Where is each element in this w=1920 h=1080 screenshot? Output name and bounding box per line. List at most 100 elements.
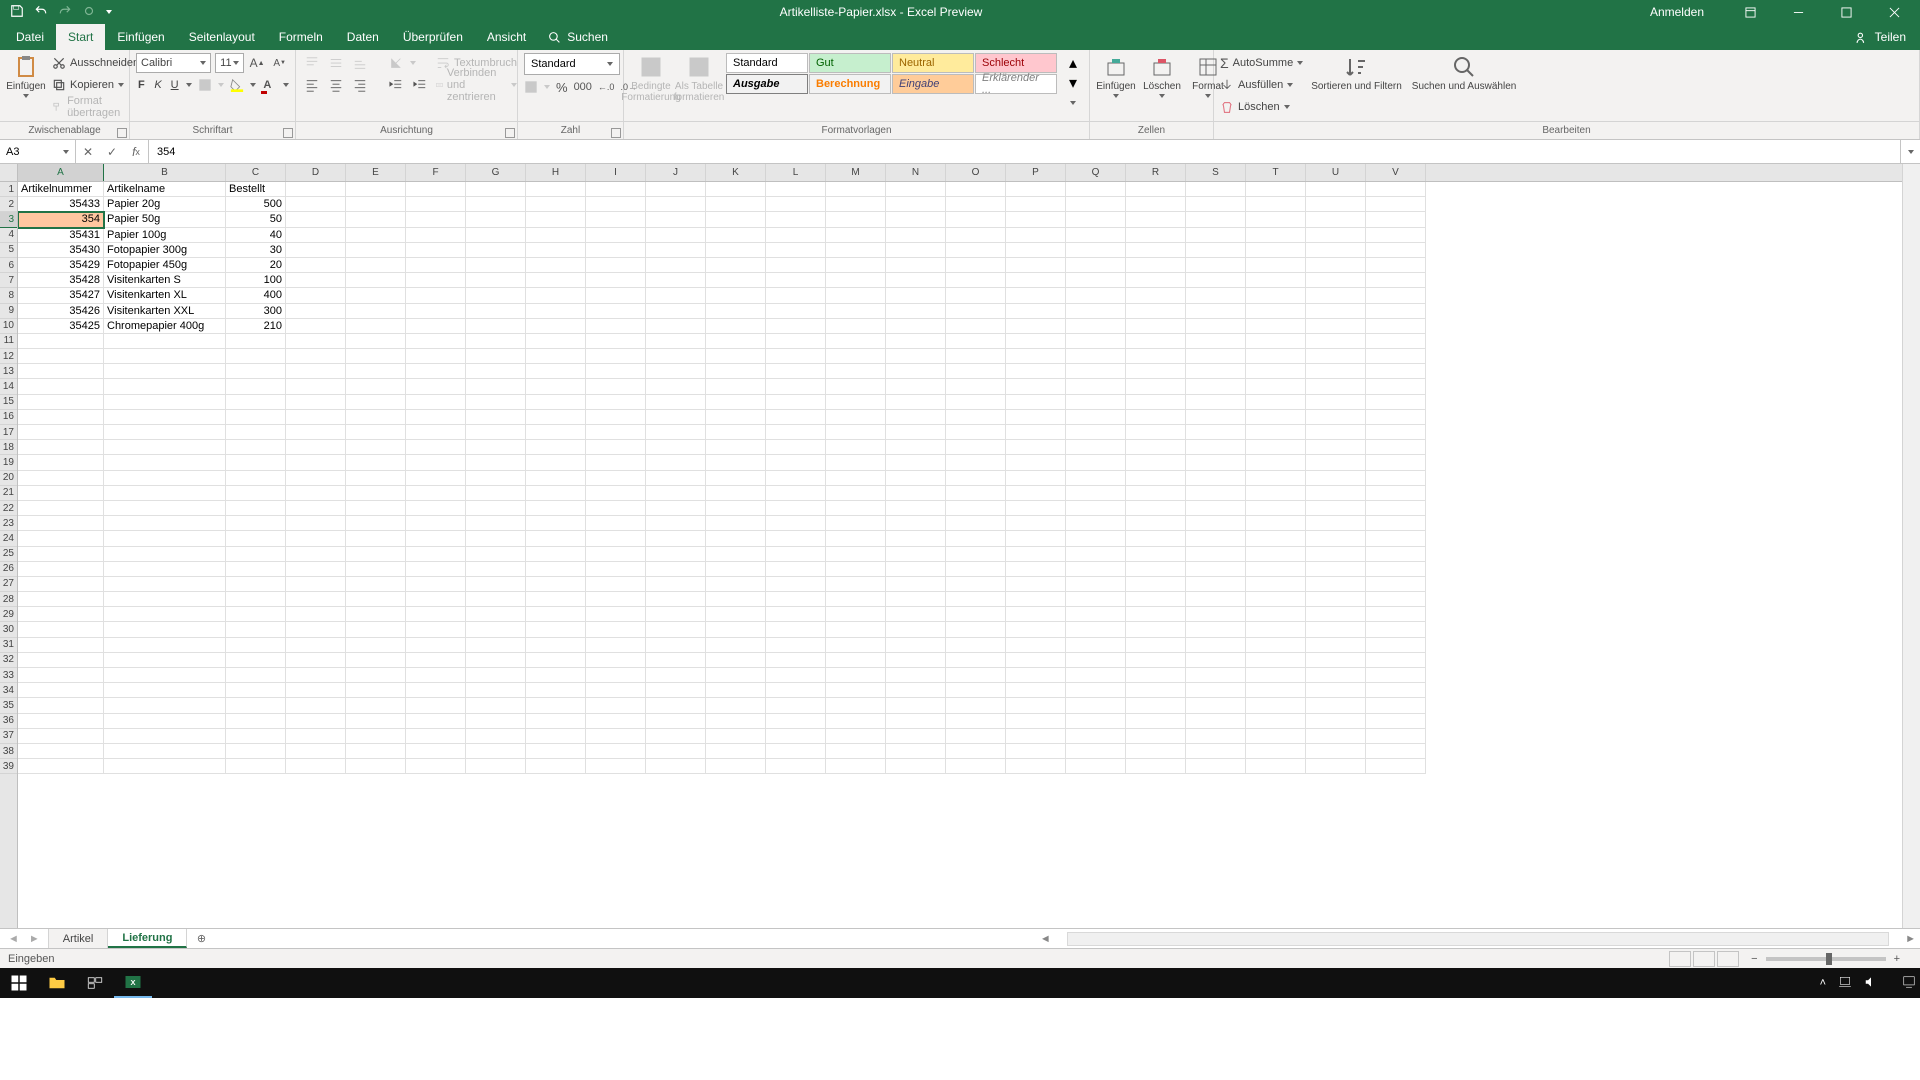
cell[interactable]: Visitenkarten XXL	[104, 304, 226, 319]
border-button[interactable]	[198, 75, 212, 95]
cell[interactable]	[646, 334, 706, 349]
style-gut[interactable]: Gut	[809, 53, 891, 73]
cell[interactable]: Papier 50g	[104, 212, 226, 227]
cell[interactable]	[1006, 577, 1066, 592]
cell[interactable]	[886, 638, 946, 653]
column-header[interactable]: L	[766, 164, 826, 181]
style-schlecht[interactable]: Schlecht	[975, 53, 1057, 73]
cell[interactable]	[886, 562, 946, 577]
align-center-icon[interactable]	[326, 75, 346, 95]
cell[interactable]	[104, 638, 226, 653]
cell[interactable]	[946, 683, 1006, 698]
cell[interactable]	[1186, 486, 1246, 501]
row-header[interactable]: 7	[0, 273, 17, 288]
cell[interactable]	[1126, 562, 1186, 577]
cell[interactable]	[1366, 334, 1426, 349]
cell[interactable]	[226, 516, 286, 531]
cell[interactable]	[886, 288, 946, 303]
cell[interactable]	[706, 349, 766, 364]
cell[interactable]	[466, 668, 526, 683]
row-header[interactable]: 22	[0, 501, 17, 516]
cell[interactable]	[1006, 425, 1066, 440]
cell[interactable]	[18, 425, 104, 440]
cell[interactable]	[766, 379, 826, 394]
cell[interactable]	[526, 698, 586, 713]
cell[interactable]	[826, 440, 886, 455]
cell[interactable]	[286, 197, 346, 212]
cell[interactable]	[1006, 243, 1066, 258]
cell[interactable]	[946, 228, 1006, 243]
cell[interactable]	[646, 759, 706, 774]
cell[interactable]	[286, 440, 346, 455]
cell[interactable]	[1366, 531, 1426, 546]
select-all-corner[interactable]	[0, 164, 17, 182]
font-name-select[interactable]: Calibri	[136, 53, 211, 73]
cell[interactable]	[466, 501, 526, 516]
cell[interactable]	[1126, 379, 1186, 394]
cell[interactable]	[1186, 258, 1246, 273]
cell[interactable]	[226, 592, 286, 607]
cell[interactable]	[1066, 622, 1126, 637]
cell[interactable]	[406, 698, 466, 713]
cell[interactable]	[1066, 288, 1126, 303]
row-header[interactable]: 24	[0, 531, 17, 546]
cell[interactable]	[526, 607, 586, 622]
cell[interactable]	[1366, 683, 1426, 698]
cell[interactable]	[1306, 592, 1366, 607]
cell[interactable]	[826, 212, 886, 227]
decrease-indent-icon[interactable]	[386, 75, 406, 95]
cell[interactable]	[346, 668, 406, 683]
cell[interactable]	[1186, 304, 1246, 319]
cell[interactable]	[646, 410, 706, 425]
cell[interactable]	[1306, 334, 1366, 349]
cell[interactable]	[706, 562, 766, 577]
find-select-button[interactable]: Suchen und Auswählen	[1410, 53, 1519, 94]
cell[interactable]	[766, 744, 826, 759]
cell[interactable]	[706, 653, 766, 668]
cell[interactable]	[18, 759, 104, 774]
cell[interactable]	[346, 653, 406, 668]
cell[interactable]	[466, 410, 526, 425]
cell[interactable]	[18, 410, 104, 425]
cell[interactable]	[1066, 729, 1126, 744]
cell[interactable]	[646, 486, 706, 501]
cell[interactable]: 100	[226, 273, 286, 288]
row-header[interactable]: 15	[0, 395, 17, 410]
cell[interactable]	[1066, 714, 1126, 729]
cell[interactable]	[346, 592, 406, 607]
cell[interactable]: 30	[226, 243, 286, 258]
cell[interactable]	[586, 243, 646, 258]
cell[interactable]	[706, 698, 766, 713]
cell[interactable]	[706, 547, 766, 562]
save-icon[interactable]	[10, 4, 24, 21]
cell[interactable]	[466, 228, 526, 243]
cell[interactable]	[706, 531, 766, 546]
excel-taskbar-icon[interactable]: X	[114, 968, 152, 998]
cell[interactable]	[826, 516, 886, 531]
cell[interactable]	[886, 212, 946, 227]
cell[interactable]	[946, 622, 1006, 637]
cell[interactable]	[1066, 486, 1126, 501]
cell[interactable]	[526, 501, 586, 516]
row-header[interactable]: 21	[0, 486, 17, 501]
cell[interactable]	[346, 243, 406, 258]
cell[interactable]	[766, 562, 826, 577]
cell[interactable]	[946, 197, 1006, 212]
cell[interactable]	[1186, 379, 1246, 394]
cell[interactable]	[18, 638, 104, 653]
cell[interactable]	[646, 395, 706, 410]
cell[interactable]: Bestellt	[226, 182, 286, 197]
cell[interactable]	[466, 638, 526, 653]
cell[interactable]	[286, 349, 346, 364]
cell[interactable]	[826, 243, 886, 258]
cell[interactable]	[526, 334, 586, 349]
cell[interactable]	[1246, 501, 1306, 516]
cell[interactable]	[646, 182, 706, 197]
cell[interactable]	[586, 182, 646, 197]
cell[interactable]	[766, 683, 826, 698]
cell[interactable]	[226, 607, 286, 622]
cell[interactable]	[226, 440, 286, 455]
cell[interactable]	[1366, 653, 1426, 668]
cell[interactable]	[1006, 395, 1066, 410]
cell[interactable]	[526, 258, 586, 273]
